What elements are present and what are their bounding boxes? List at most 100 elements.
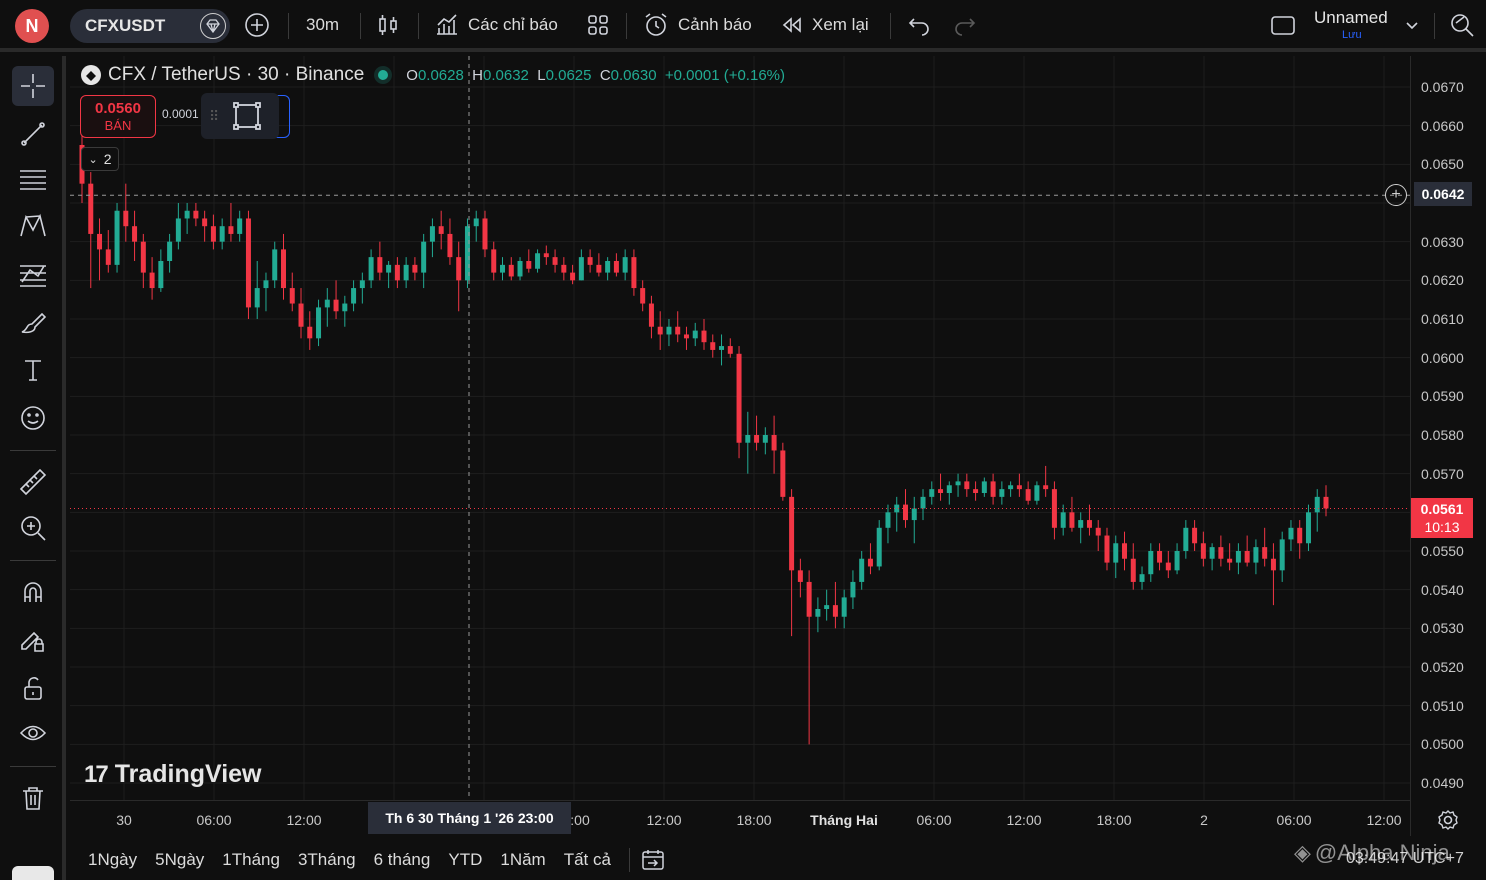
time-axis-label: 12:00 (286, 812, 322, 828)
candle-body (394, 264, 400, 281)
text-tool[interactable] (12, 350, 54, 390)
candle-body (911, 508, 917, 521)
candle-body (1279, 539, 1285, 571)
candle-body (1122, 543, 1128, 559)
crosshair-tool[interactable] (12, 66, 54, 106)
price-axis-label: 0.0510 (1421, 697, 1464, 714)
corner-button[interactable] (12, 866, 54, 880)
candle-body (333, 299, 339, 312)
drawing-toolbar (0, 56, 66, 880)
measure-tool[interactable] (12, 462, 54, 502)
candle-body (289, 288, 295, 304)
range-5d[interactable]: 5Ngày (155, 850, 204, 870)
replay-button[interactable]: Xem lại (780, 0, 869, 50)
floating-toolbar[interactable]: ⠿ (201, 93, 279, 139)
bottom-toolbar: 1Ngày 5Ngày 1Tháng 3Tháng 6 tháng YTD 1N… (70, 840, 1486, 880)
layout-save-menu[interactable]: Unnamed Lưu (1314, 8, 1394, 44)
candles-icon (379, 15, 397, 35)
zoom-tool[interactable] (12, 508, 54, 548)
legend-title[interactable]: CFX / TetherUS · 30 · Binance (108, 64, 364, 86)
candle-body (280, 249, 286, 289)
brush-tool[interactable] (12, 302, 54, 342)
range-6m[interactable]: 6 tháng (374, 850, 431, 870)
save-label[interactable]: Lưu (1342, 29, 1362, 41)
candle-body (683, 334, 689, 339)
range-all[interactable]: Tất cả (564, 850, 611, 870)
candle-body (1253, 547, 1259, 563)
sell-button[interactable]: 0.0560 BÁN (80, 95, 156, 138)
text-icon (25, 360, 41, 381)
candle-body (184, 210, 190, 219)
current-price: 0.0561 (1420, 501, 1464, 517)
price-axis-label: 0.0620 (1421, 272, 1464, 289)
legend-ohlc: O0.0628 H0.0632 L0.0625 C0.0630 +0.0001 … (406, 66, 785, 84)
candle-body (1113, 543, 1119, 563)
lock-all-tool[interactable] (12, 668, 54, 708)
symbol-label: CFXUSDT (85, 16, 166, 35)
goto-date-icon[interactable] (640, 848, 666, 872)
redo-button[interactable] (952, 0, 978, 50)
interval-label: 30m (306, 15, 340, 34)
candle-body (762, 435, 768, 443)
hide-drawings-tool[interactable] (12, 714, 54, 754)
user-avatar[interactable]: N (15, 9, 49, 43)
fib-tool[interactable] (12, 160, 54, 200)
trend-line-icon (21, 122, 45, 146)
layout-checkbox[interactable] (1270, 0, 1296, 50)
candle-body (1305, 512, 1311, 544)
symbol-search-button[interactable]: CFXUSDT (70, 9, 230, 43)
candle-body (955, 481, 961, 486)
time-axis-label: 12:00 (1366, 812, 1402, 828)
chart-pane[interactable] (70, 56, 1410, 836)
diamond-icon[interactable] (200, 13, 226, 39)
chart-type-button[interactable] (376, 0, 400, 50)
price-axis[interactable]: 0.0670 0.0660 0.0650 0.0630 0.0620 0.0610 0.06… (1410, 56, 1486, 836)
layouts-button[interactable] (586, 0, 610, 50)
select-area-icon[interactable] (232, 101, 262, 131)
candle-body (377, 257, 383, 273)
candle-body (710, 342, 716, 350)
candle-body (307, 326, 313, 339)
candle-body (491, 249, 497, 273)
gear-icon[interactable] (1436, 808, 1460, 832)
candle-body (832, 605, 838, 617)
trend-line-tool[interactable] (12, 114, 54, 154)
collapse-legend-button[interactable]: ⌄ 2 (81, 147, 119, 171)
lock-drawing-tool[interactable] (12, 620, 54, 660)
range-3m[interactable]: 3Tháng (298, 850, 356, 870)
candlestick-chart[interactable] (70, 56, 1410, 800)
range-1y[interactable]: 1Năm (500, 850, 545, 870)
layout-dropdown[interactable] (1404, 0, 1420, 50)
candle-body (1323, 496, 1329, 509)
undo-icon (908, 18, 929, 36)
pattern-tool[interactable] (12, 206, 54, 246)
candle-body (272, 249, 278, 281)
range-1m[interactable]: 1Tháng (222, 850, 280, 870)
interval-button[interactable]: 30m (306, 0, 339, 50)
magnet-tool[interactable] (12, 572, 54, 612)
candle-body (824, 605, 830, 609)
range-ytd[interactable]: YTD (448, 850, 482, 870)
candle-body (1174, 551, 1180, 571)
drag-handle-icon[interactable]: ⠿ (209, 108, 219, 125)
alerts-button[interactable]: Cảnh báo (642, 0, 752, 50)
remove-drawings-tool[interactable] (12, 778, 54, 818)
window-icon (1271, 16, 1295, 35)
undo-button[interactable] (906, 0, 932, 50)
candle-body (508, 264, 514, 277)
candle-body (666, 326, 672, 335)
compare-symbol-button[interactable] (244, 0, 270, 50)
add-alert-plus-icon[interactable]: + (1385, 184, 1407, 206)
emoji-tool[interactable] (12, 398, 54, 438)
range-1d[interactable]: 1Ngày (88, 850, 137, 870)
candle-body (587, 257, 593, 265)
market-status-dot[interactable] (378, 70, 389, 80)
indicators-button[interactable]: Các chỉ báo (434, 0, 558, 50)
quick-search-button[interactable] (1448, 0, 1476, 50)
candle-body (999, 489, 1005, 497)
candle-body (920, 496, 926, 509)
grid-icon (588, 15, 608, 35)
candle-body (1244, 551, 1250, 563)
candle-body (640, 288, 646, 304)
forecast-tool[interactable] (12, 254, 54, 294)
